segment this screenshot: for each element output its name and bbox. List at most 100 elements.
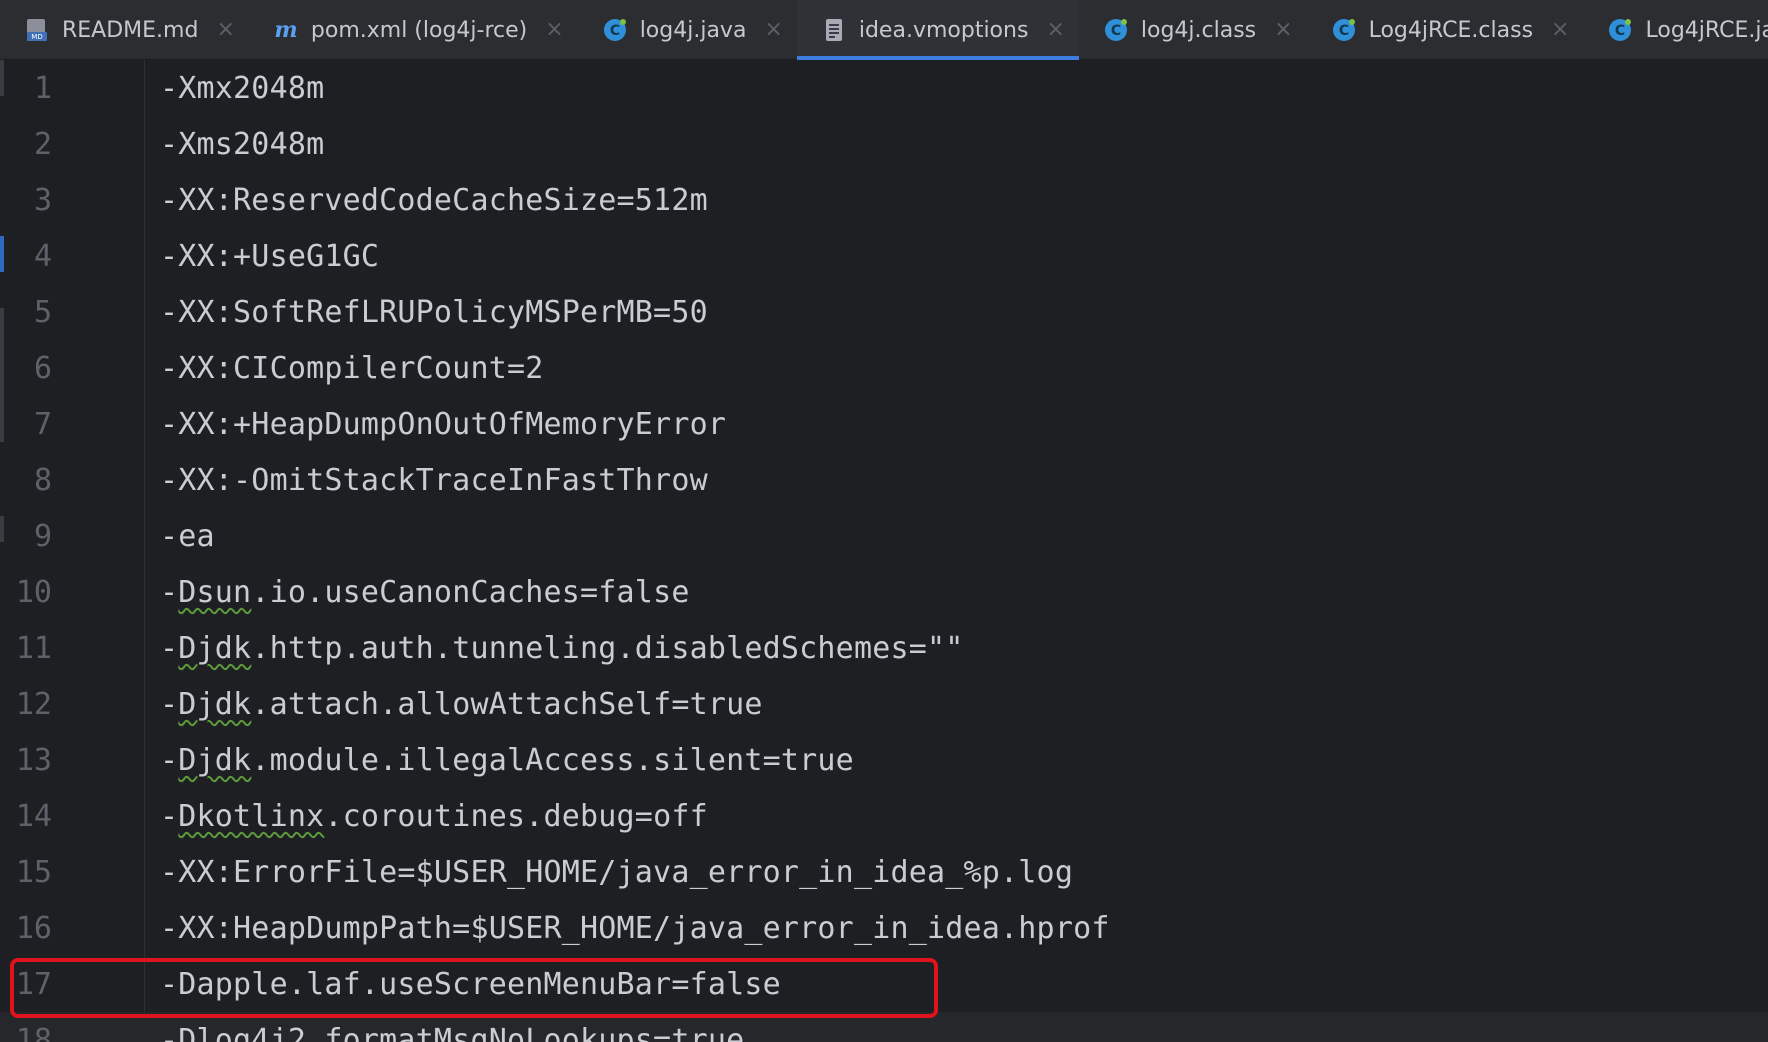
- code-line[interactable]: 13 -Djdk.module.illegalAccess.silent=true: [0, 732, 1768, 788]
- svg-text:C: C: [1338, 23, 1348, 39]
- java-class-icon: C: [1332, 19, 1355, 41]
- code-line[interactable]: 18 -Dlog4j2.formatMsgNoLookups=true: [0, 1012, 1768, 1042]
- code-line[interactable]: 11 -Djdk.http.auth.tunneling.disabledSche…: [0, 620, 1768, 676]
- code-text[interactable]: -XX:SoftRefLRUPolicyMSPerMB=50: [160, 295, 708, 330]
- code-text[interactable]: -XX:-OmitStackTraceInFastThrow: [160, 463, 708, 498]
- code-line[interactable]: 10 -Dsun.io.useCanonCaches=false: [0, 564, 1768, 620]
- line-number: 3: [33, 182, 52, 218]
- code-line[interactable]: 15 -XX:ErrorFile=$USER_HOME/java_error_in…: [0, 844, 1768, 900]
- tab-label: idea.vmoptions: [858, 17, 1029, 43]
- tab-idea-vmoptions[interactable]: idea.vmoptions ×: [796, 0, 1079, 60]
- code-token: -XX:HeapDumpPath=$USER_HOME/java_error_i…: [160, 910, 1110, 946]
- svg-text:MD: MD: [31, 33, 42, 41]
- code-line[interactable]: 1 -Xmx2048m: [0, 60, 1768, 116]
- close-icon[interactable]: ×: [545, 19, 563, 41]
- code-token: -XX:+UseG1GC: [160, 238, 380, 274]
- code-token: -XX:ErrorFile=$USER_HOME/java_error_in_i…: [160, 854, 1074, 890]
- code-token: -: [160, 798, 179, 834]
- code-line[interactable]: 4 -XX:+UseG1GC: [0, 228, 1768, 284]
- code-line[interactable]: 14 -Dkotlinx.coroutines.debug=off: [0, 788, 1768, 844]
- svg-text:m: m: [274, 17, 297, 43]
- tab-label: pom.xml (log4j-rce): [310, 17, 528, 43]
- code-text[interactable]: -ea: [160, 519, 215, 554]
- code-editor[interactable]: 1 -Xmx2048m 2 -Xms2048m 3 -XX:ReservedCodeCac…: [0, 60, 1768, 1042]
- code-line[interactable]: 6 -XX:CICompilerCount=2: [0, 340, 1768, 396]
- java-class-icon: C: [1103, 17, 1129, 43]
- code-token: .coroutines.debug=off: [324, 798, 708, 834]
- tab-log4j-java[interactable]: Clog4j.java ×: [578, 0, 797, 60]
- java-class-icon: C: [602, 17, 628, 43]
- code-text[interactable]: -Djdk.http.auth.tunneling.disabledScheme…: [160, 631, 964, 666]
- line-number: 17: [15, 966, 52, 1002]
- code-token: .http.auth.tunneling.disabledSchemes="": [251, 630, 964, 666]
- code-token: -: [160, 742, 179, 778]
- close-icon[interactable]: ×: [1551, 19, 1569, 41]
- code-text[interactable]: -XX:HeapDumpPath=$USER_HOME/java_error_i…: [160, 911, 1110, 946]
- line-number: 16: [15, 910, 52, 946]
- code-text[interactable]: -XX:CICompilerCount=2: [160, 351, 544, 386]
- editor-tab-bar: MD README.md × m pom.xml (log4j-rce) × Clog4j.…: [0, 0, 1768, 60]
- close-icon[interactable]: ×: [1046, 19, 1064, 41]
- code-line[interactable]: 17 -Dapple.laf.useScreenMenuBar=false: [0, 956, 1768, 1012]
- code-line[interactable]: 7 -XX:+HeapDumpOnOutOfMemoryError: [0, 396, 1768, 452]
- tab-log4jrce-class[interactable]: C Log4jRCE.class ×: [1307, 0, 1584, 60]
- svg-text:C: C: [610, 23, 620, 39]
- line-number: 14: [15, 798, 52, 834]
- code-text[interactable]: -Xms2048m: [160, 127, 324, 162]
- code-text[interactable]: -XX:ErrorFile=$USER_HOME/java_error_in_i…: [160, 855, 1073, 890]
- tab-log4j-class[interactable]: Clog4j.class ×: [1079, 0, 1307, 60]
- code-text[interactable]: -XX:ReservedCodeCacheSize=512m: [160, 183, 708, 218]
- line-number: 15: [15, 854, 52, 890]
- code-line[interactable]: 5 -XX:SoftRefLRUPolicyMSPerMB=50: [0, 284, 1768, 340]
- code-token: .module.illegalAccess.silent=true: [251, 742, 854, 778]
- tab-label: log4j.class: [1140, 17, 1257, 43]
- code-text[interactable]: -Dlog4j2.formatMsgNoLookups=true: [160, 1023, 744, 1042]
- line-number: 1: [33, 70, 52, 106]
- text-file-icon: [821, 17, 847, 43]
- maven-file-icon: m: [273, 17, 299, 43]
- tab-pom-xml-log4j-rce[interactable]: m pom.xml (log4j-rce) ×: [249, 0, 578, 60]
- code-line[interactable]: 9 -ea: [0, 508, 1768, 564]
- line-number: 10: [15, 574, 52, 610]
- code-line[interactable]: 16 -XX:HeapDumpPath=$USER_HOME/java_error…: [0, 900, 1768, 956]
- code-token: -Dapple.laf.useScreenMenuBar=false: [160, 966, 781, 1002]
- code-token: -Xms2048m: [160, 126, 325, 162]
- code-token: -Xmx2048m: [160, 70, 325, 106]
- maven-file-icon: m: [274, 17, 297, 43]
- code-token: -: [160, 686, 179, 722]
- code-token: -ea: [160, 518, 215, 554]
- code-text[interactable]: -Dkotlinx.coroutines.debug=off: [160, 799, 708, 834]
- code-token: -XX:ReservedCodeCacheSize=512m: [160, 182, 708, 218]
- code-token: -XX:+HeapDumpOnOutOfMemoryError: [160, 406, 727, 442]
- close-icon[interactable]: ×: [764, 19, 782, 41]
- line-number: 2: [33, 126, 52, 162]
- line-number: 4: [33, 238, 52, 274]
- spellcheck-token: Dsun: [178, 574, 252, 610]
- tab-label: Log4jRCE.class: [1368, 17, 1534, 43]
- code-text[interactable]: -Xmx2048m: [160, 71, 324, 106]
- tab-readme-md[interactable]: MD README.md ×: [0, 0, 249, 60]
- line-number: 7: [33, 406, 52, 442]
- code-line[interactable]: 8 -XX:-OmitStackTraceInFastThrow: [0, 452, 1768, 508]
- code-text[interactable]: -XX:+HeapDumpOnOutOfMemoryError: [160, 407, 726, 442]
- code-line[interactable]: 2 -Xms2048m: [0, 116, 1768, 172]
- code-line[interactable]: 3 -XX:ReservedCodeCacheSize=512m: [0, 172, 1768, 228]
- spellcheck-token: Dkotlinx: [178, 798, 325, 834]
- java-class-icon: C: [1607, 17, 1633, 43]
- line-number: 12: [15, 686, 52, 722]
- code-text[interactable]: -Dapple.laf.useScreenMenuBar=false: [160, 967, 781, 1002]
- code-text[interactable]: -Dsun.io.useCanonCaches=false: [160, 575, 690, 610]
- text-file-icon: [825, 19, 842, 41]
- code-text[interactable]: -Djdk.module.illegalAccess.silent=true: [160, 743, 854, 778]
- code-token: -: [160, 630, 179, 666]
- tab-log4jrce-java[interactable]: CLog4jRCE.java×: [1583, 0, 1768, 60]
- tab-label: README.md: [62, 17, 199, 43]
- close-icon[interactable]: ×: [216, 19, 234, 41]
- close-icon[interactable]: ×: [1274, 19, 1292, 41]
- code-text[interactable]: -Djdk.attach.allowAttachSelf=true: [160, 687, 763, 722]
- code-token: .io.useCanonCaches=false: [251, 574, 690, 610]
- tab-label: log4j.java: [639, 17, 747, 43]
- markdown-file-icon: MD: [24, 17, 50, 43]
- code-text[interactable]: -XX:+UseG1GC: [160, 239, 379, 274]
- code-line[interactable]: 12 -Djdk.attach.allowAttachSelf=true: [0, 676, 1768, 732]
